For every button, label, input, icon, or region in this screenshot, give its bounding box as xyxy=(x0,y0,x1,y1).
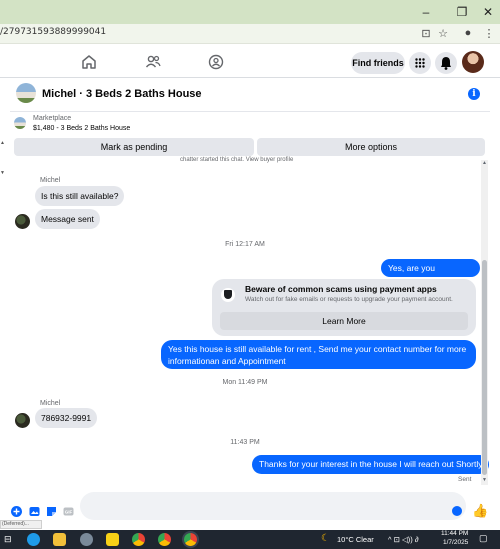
file-explorer-icon[interactable] xyxy=(53,533,66,546)
sender-avatar[interactable] xyxy=(15,413,30,428)
chrome-icon[interactable] xyxy=(158,533,171,546)
home-icon[interactable] xyxy=(80,53,98,71)
marketplace-listing-bar[interactable]: Marketplace $1,480 - 3 Beds 2 Baths Hous… xyxy=(10,113,490,137)
cast-icon[interactable]: ⊡ xyxy=(419,27,433,40)
profile-avatar[interactable] xyxy=(462,51,484,73)
app-icon[interactable] xyxy=(80,533,93,546)
profile-icon[interactable]: ● xyxy=(461,27,475,39)
message-bubble-incoming[interactable]: Message sent xyxy=(35,209,100,229)
close-icon[interactable]: ✕ xyxy=(476,4,500,20)
thread-intro-text: chatter started this chat. View buyer pr… xyxy=(180,157,294,163)
sender-name: Michel xyxy=(40,177,61,184)
chat-scrollbar[interactable]: ▲ ▼ xyxy=(481,160,488,485)
scam-warning-text: Watch out for fake emails or requests to… xyxy=(245,296,453,303)
minimize-icon[interactable]: – xyxy=(414,4,438,20)
kebab-menu-icon[interactable]: ⋮ xyxy=(482,27,496,40)
notifications-center-icon[interactable]: ▢ xyxy=(479,533,488,544)
message-bubble-outgoing[interactable]: Yes this house is still available for re… xyxy=(161,340,476,369)
info-icon[interactable]: i xyxy=(468,88,480,100)
message-input[interactable] xyxy=(80,492,466,520)
learn-more-button[interactable]: Learn More xyxy=(220,312,468,330)
message-bubble-outgoing[interactable]: Yes, are you interested? xyxy=(381,259,480,291)
marketplace-label: Marketplace xyxy=(33,115,72,122)
task-view-icon[interactable]: ⊟ xyxy=(4,534,12,545)
groups-icon[interactable] xyxy=(207,53,225,71)
system-tray-icons[interactable]: ^ ⊡ ◁)) ∂ xyxy=(388,535,419,544)
chrome-active-icon[interactable] xyxy=(184,533,197,546)
timestamp: Fri 12:17 AM xyxy=(225,241,265,248)
weather-moon-icon[interactable]: ☾ xyxy=(321,533,330,544)
facebook-top-nav: Find friends xyxy=(0,44,500,78)
find-friends-button[interactable]: Find friends xyxy=(351,52,405,74)
message-bubble-incoming[interactable]: 786932-9991 xyxy=(35,408,98,428)
mark-as-pending-button[interactable]: Mark as pending xyxy=(14,138,254,156)
browser-titlebar: – ❐ ✕ xyxy=(0,0,500,24)
scam-warning-card: Beware of common scams using payment app… xyxy=(212,279,476,336)
clock-date[interactable]: 1/7/2025 xyxy=(443,539,468,546)
emoji-icon[interactable] xyxy=(452,506,462,516)
notifications-icon[interactable] xyxy=(435,52,457,74)
windows-taskbar xyxy=(0,530,500,549)
message-bubble-outgoing[interactable]: Thanks for your interest in the house I … xyxy=(252,455,490,474)
weather-text[interactable]: 10°C Clear xyxy=(337,535,374,544)
listing-avatar xyxy=(16,83,36,103)
sent-status: Sent xyxy=(458,476,472,483)
gif-icon[interactable]: GIF xyxy=(63,506,74,517)
like-icon[interactable]: 👍 xyxy=(472,503,488,519)
listing-thumbnail xyxy=(14,117,26,129)
chat-header: Michel · 3 Beds 2 Baths House i xyxy=(10,78,490,112)
photo-icon[interactable] xyxy=(29,506,40,517)
menu-grid-icon[interactable] xyxy=(409,52,431,74)
scroll-down-icon[interactable]: ▼ xyxy=(0,170,5,176)
bookmark-star-icon[interactable]: ☆ xyxy=(436,27,450,40)
scam-warning-title: Beware of common scams using payment app… xyxy=(245,284,437,294)
friends-icon[interactable] xyxy=(144,53,162,71)
clock-time[interactable]: 11:44 PM xyxy=(441,530,468,537)
page-scrollbar[interactable]: ▲ ▼ xyxy=(0,140,5,178)
listing-price: $1,480 - 3 Beds 2 Baths House xyxy=(33,125,131,132)
sticky-notes-icon[interactable] xyxy=(106,533,119,546)
scroll-up-icon[interactable]: ▲ xyxy=(0,140,5,146)
sender-avatar[interactable] xyxy=(15,214,30,229)
url-text[interactable]: /279731593889999041 xyxy=(0,27,106,37)
scrollbar-thumb[interactable] xyxy=(482,260,487,475)
more-options-button[interactable]: More options xyxy=(257,138,485,156)
scroll-up-icon[interactable]: ▲ xyxy=(481,160,488,166)
sticker-icon[interactable] xyxy=(46,506,57,517)
scroll-down-icon[interactable]: ▼ xyxy=(481,477,488,483)
sender-name: Michel xyxy=(40,400,61,407)
chrome-icon[interactable] xyxy=(132,533,145,546)
status-url: (Deferred)... xyxy=(0,520,42,529)
edge-icon[interactable] xyxy=(27,533,40,546)
svg-text:GIF: GIF xyxy=(65,510,73,515)
message-thread[interactable]: chatter started this chat. View buyer pr… xyxy=(10,157,490,487)
timestamp: Mon 11:49 PM xyxy=(222,379,268,386)
shield-icon xyxy=(221,288,235,302)
message-bubble-incoming[interactable]: Is this still available? xyxy=(35,186,125,206)
address-bar[interactable]: /279731593889999041 ⊡ ☆ ● ⋮ xyxy=(0,24,500,44)
chat-title[interactable]: Michel · 3 Beds 2 Baths House xyxy=(42,88,202,100)
timestamp: 11:43 PM xyxy=(230,439,260,446)
add-icon[interactable] xyxy=(11,506,22,517)
maximize-icon[interactable]: ❐ xyxy=(450,4,474,20)
